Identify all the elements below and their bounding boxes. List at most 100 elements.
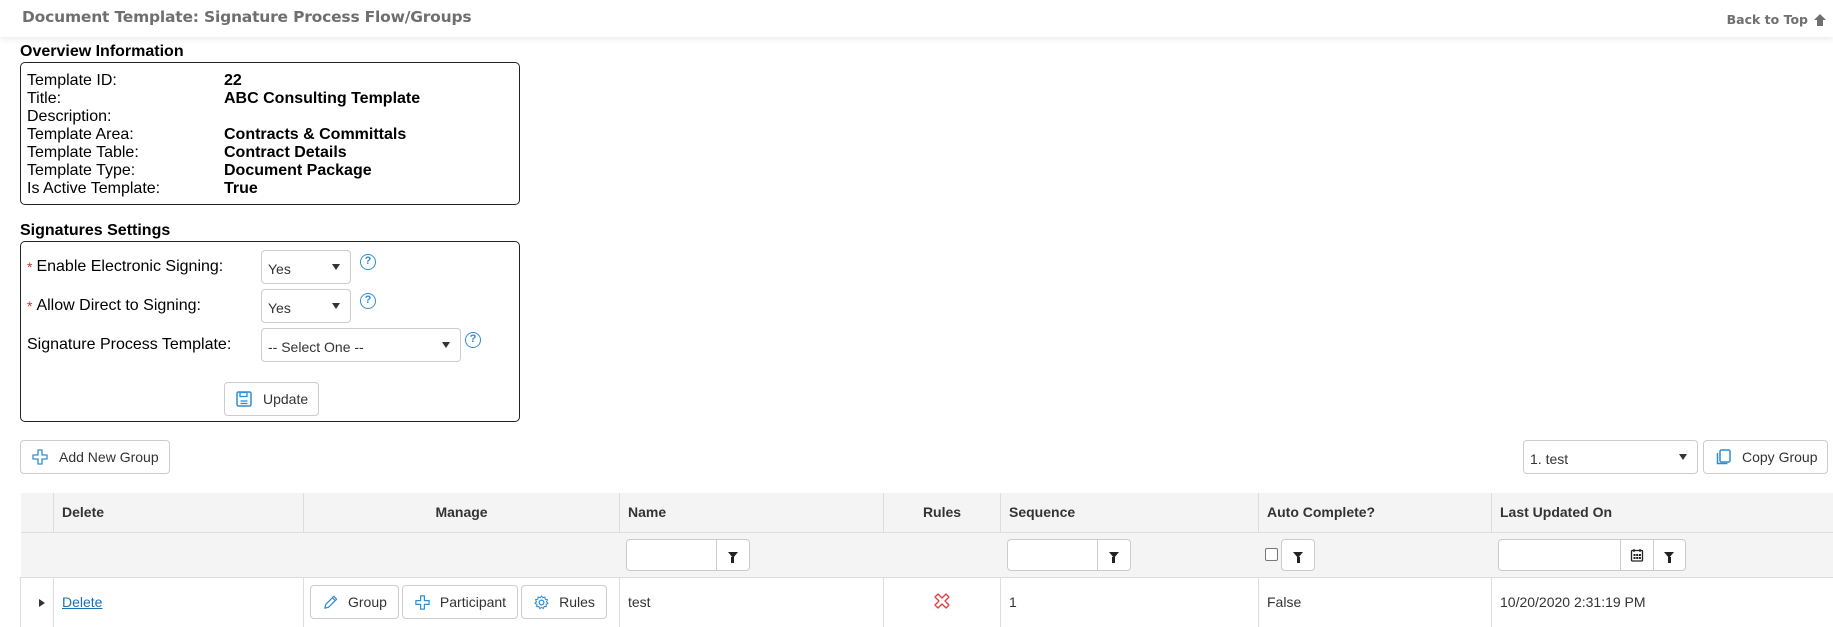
group-select[interactable]: 1. test — [1523, 440, 1698, 474]
field-label: Description: — [27, 108, 224, 126]
delete-link[interactable]: Delete — [62, 594, 102, 610]
copy-group-label: Copy Group — [1742, 449, 1817, 465]
add-participant-button[interactable]: Participant — [402, 585, 518, 619]
signature-process-template-label: Signature Process Template: — [27, 336, 231, 354]
column-header-auto-complete[interactable]: Auto Complete? — [1259, 493, 1492, 532]
select-value: 1. test — [1530, 451, 1568, 467]
name-cell: test — [620, 577, 884, 627]
pencil-icon — [322, 594, 339, 611]
field-value: ABC Consulting Template — [224, 90, 420, 108]
sequence-filter-input[interactable] — [1008, 540, 1098, 570]
x-icon — [933, 592, 951, 610]
allow-direct-signing-row: * Allow Direct to Signing: — [27, 297, 201, 315]
last-updated-filter-button[interactable] — [1653, 540, 1685, 570]
save-icon — [235, 390, 253, 408]
copy-group-button[interactable]: Copy Group — [1703, 440, 1828, 474]
name-filter-input[interactable] — [627, 540, 717, 570]
grid-filter-row — [21, 532, 1833, 577]
filter-icon — [1109, 552, 1119, 558]
enable-electronic-signing-label: Enable Electronic Signing: — [36, 258, 223, 276]
row-expander-cell — [21, 577, 54, 627]
field-value: Contracts & Committals — [224, 126, 406, 144]
column-header-last-updated[interactable]: Last Updated On — [1492, 493, 1833, 532]
caret-down-icon — [332, 303, 340, 309]
sequence-cell: 1 — [1001, 577, 1259, 627]
overview-row-description: Description: — [27, 108, 519, 126]
field-label: Template Table: — [27, 144, 224, 162]
help-icon[interactable]: ? — [360, 254, 376, 270]
copy-icon — [1714, 448, 1732, 466]
signature-process-template-row: Signature Process Template: — [27, 336, 231, 354]
filter-icon — [1664, 552, 1674, 558]
overview-row-template-id: Template ID:22 — [27, 72, 519, 90]
calendar-icon — [1630, 548, 1644, 562]
name-filter — [626, 539, 750, 571]
field-value: True — [224, 180, 258, 198]
add-participant-label: Participant — [440, 594, 506, 610]
filter-cell-name — [620, 532, 884, 577]
last-updated-cell: 10/20/2020 2:31:19 PM — [1492, 577, 1833, 627]
column-header-manage[interactable]: Manage — [304, 493, 620, 532]
signatures-panel: * Enable Electronic Signing: Yes ? * All… — [20, 241, 520, 422]
overview-row-is-active: Is Active Template:True — [27, 180, 519, 198]
filter-cell-empty — [54, 532, 304, 577]
enable-electronic-signing-row: * Enable Electronic Signing: — [27, 258, 223, 276]
field-label: Template Area: — [27, 126, 224, 144]
add-new-group-label: Add New Group — [59, 449, 159, 465]
overview-row-template-table: Template Table:Contract Details — [27, 144, 519, 162]
signatures-title: Signatures Settings — [20, 222, 170, 240]
filter-cell-auto-complete — [1259, 532, 1492, 577]
back-to-top-link[interactable]: Back to Top — [1727, 12, 1827, 27]
edit-group-button[interactable]: Group — [310, 585, 399, 619]
signature-process-template-select[interactable]: -- Select One -- — [261, 328, 461, 362]
back-to-top-label: Back to Top — [1727, 12, 1808, 27]
enable-electronic-signing-select[interactable]: Yes — [261, 250, 351, 284]
update-label: Update — [263, 391, 308, 407]
help-icon[interactable]: ? — [360, 293, 376, 309]
select-value: -- Select One -- — [268, 339, 364, 355]
manage-cell: Group Participant Rules — [304, 577, 620, 627]
expand-row-icon[interactable] — [39, 599, 45, 607]
grid-header-row: Delete Manage Name Rules Sequence Auto C… — [21, 493, 1833, 532]
edit-group-label: Group — [348, 594, 387, 610]
field-label: Is Active Template: — [27, 180, 224, 198]
page-title: Document Template: Signature Process Flo… — [22, 8, 471, 26]
sequence-filter-button[interactable] — [1098, 540, 1130, 570]
plus-icon — [414, 594, 431, 611]
gear-icon — [533, 594, 550, 611]
manage-rules-label: Rules — [559, 594, 595, 610]
required-marker: * — [27, 298, 32, 314]
name-filter-button[interactable] — [717, 540, 749, 570]
overview-row-template-type: Template Type:Document Package — [27, 162, 519, 180]
manage-rules-button[interactable]: Rules — [521, 585, 607, 619]
help-icon[interactable]: ? — [465, 332, 481, 348]
field-value: Contract Details — [224, 144, 347, 162]
filter-cell-empty — [304, 532, 620, 577]
overview-title: Overview Information — [20, 43, 184, 61]
filter-cell-empty — [884, 532, 1001, 577]
allow-direct-signing-label: Allow Direct to Signing: — [36, 297, 201, 315]
caret-down-icon — [332, 264, 340, 270]
select-value: Yes — [268, 300, 291, 316]
field-label: Template ID: — [27, 72, 224, 90]
column-header-sequence[interactable]: Sequence — [1001, 493, 1259, 532]
column-header-rules[interactable]: Rules — [884, 493, 1001, 532]
auto-complete-filter-button[interactable] — [1282, 540, 1314, 570]
column-header-delete[interactable]: Delete — [54, 493, 304, 532]
field-value: Document Package — [224, 162, 372, 180]
add-new-group-button[interactable]: Add New Group — [20, 440, 170, 474]
delete-cell: Delete — [54, 577, 304, 627]
update-button[interactable]: Update — [224, 382, 319, 416]
table-row: Delete Group Participant Rules test 1 Fa… — [21, 577, 1833, 627]
auto-complete-filter — [1281, 539, 1315, 571]
column-header-name[interactable]: Name — [620, 493, 884, 532]
auto-complete-filter-checkbox[interactable] — [1265, 548, 1278, 561]
filter-cell-empty — [21, 532, 54, 577]
allow-direct-signing-select[interactable]: Yes — [261, 289, 351, 323]
last-updated-filter-input[interactable] — [1499, 540, 1621, 570]
required-marker: * — [27, 259, 32, 275]
filter-icon — [728, 552, 738, 558]
plus-icon — [31, 448, 49, 466]
calendar-button[interactable] — [1621, 540, 1653, 570]
overview-panel: Template ID:22 Title:ABC Consulting Temp… — [20, 62, 520, 205]
